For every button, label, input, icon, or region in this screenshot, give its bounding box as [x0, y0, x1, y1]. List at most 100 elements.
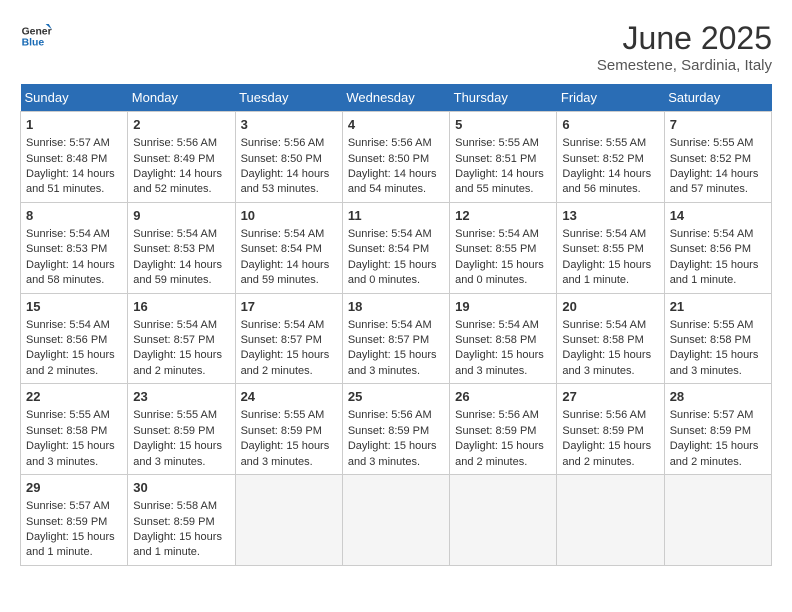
day-number: 4 — [348, 116, 444, 134]
weekday-header: Wednesday — [342, 84, 449, 112]
calendar-cell: 29Sunrise: 5:57 AMSunset: 8:59 PMDayligh… — [21, 475, 128, 566]
weekday-header: Thursday — [450, 84, 557, 112]
daylight: Daylight: 14 hours and 56 minutes. — [562, 168, 651, 195]
calendar-cell: 6Sunrise: 5:55 AMSunset: 8:52 PMDaylight… — [557, 112, 664, 203]
sunrise: Sunrise: 5:55 AM — [26, 409, 110, 421]
day-number: 3 — [241, 116, 337, 134]
sunset: Sunset: 8:58 PM — [562, 334, 643, 346]
sunset: Sunset: 8:57 PM — [241, 334, 322, 346]
sunrise: Sunrise: 5:56 AM — [241, 137, 325, 149]
calendar-cell: 12Sunrise: 5:54 AMSunset: 8:55 PMDayligh… — [450, 202, 557, 293]
daylight: Daylight: 15 hours and 3 minutes. — [348, 440, 437, 467]
daylight: Daylight: 15 hours and 0 minutes. — [455, 259, 544, 286]
sunset: Sunset: 8:51 PM — [455, 153, 536, 165]
day-number: 13 — [562, 207, 658, 225]
daylight: Daylight: 14 hours and 58 minutes. — [26, 259, 115, 286]
calendar-table: SundayMondayTuesdayWednesdayThursdayFrid… — [20, 84, 772, 566]
calendar-cell — [664, 475, 771, 566]
sunrise: Sunrise: 5:55 AM — [133, 409, 217, 421]
sunset: Sunset: 8:53 PM — [26, 243, 107, 255]
month-title: June 2025 — [597, 20, 772, 57]
daylight: Daylight: 15 hours and 1 minute. — [133, 531, 222, 558]
sunrise: Sunrise: 5:54 AM — [562, 319, 646, 331]
day-number: 14 — [670, 207, 766, 225]
calendar-cell: 30Sunrise: 5:58 AMSunset: 8:59 PMDayligh… — [128, 475, 235, 566]
sunset: Sunset: 8:58 PM — [455, 334, 536, 346]
day-number: 20 — [562, 298, 658, 316]
calendar-cell: 23Sunrise: 5:55 AMSunset: 8:59 PMDayligh… — [128, 384, 235, 475]
calendar-cell: 8Sunrise: 5:54 AMSunset: 8:53 PMDaylight… — [21, 202, 128, 293]
calendar-week-row: 1 Sunrise: 5:57 AM Sunset: 8:48 PM Daylight… — [21, 112, 772, 203]
day-number: 9 — [133, 207, 229, 225]
daylight: Daylight: 14 hours and 52 minutes. — [133, 168, 222, 195]
sunrise: Sunrise: 5:55 AM — [562, 137, 646, 149]
sunrise: Sunrise: 5:54 AM — [562, 228, 646, 240]
sunrise: Sunrise: 5:54 AM — [348, 228, 432, 240]
day-number: 1 — [26, 116, 122, 134]
calendar-cell: 13Sunrise: 5:54 AMSunset: 8:55 PMDayligh… — [557, 202, 664, 293]
daylight: Daylight: 15 hours and 1 minute. — [26, 531, 115, 558]
daylight: Daylight: 15 hours and 3 minutes. — [348, 349, 437, 376]
sunset: Sunset: 8:50 PM — [241, 153, 322, 165]
sunset: Sunset: 8:59 PM — [26, 516, 107, 528]
daylight: Daylight: 15 hours and 3 minutes. — [241, 440, 330, 467]
calendar-cell — [235, 475, 342, 566]
daylight: Daylight: 15 hours and 1 minute. — [670, 259, 759, 286]
daylight: Daylight: 15 hours and 2 minutes. — [133, 349, 222, 376]
day-number: 8 — [26, 207, 122, 225]
weekday-header: Sunday — [21, 84, 128, 112]
day-number: 24 — [241, 388, 337, 406]
sunset: Sunset: 8:53 PM — [133, 243, 214, 255]
calendar-cell: 9Sunrise: 5:54 AMSunset: 8:53 PMDaylight… — [128, 202, 235, 293]
svg-text:General: General — [22, 26, 52, 37]
day-number: 23 — [133, 388, 229, 406]
calendar-cell: 11Sunrise: 5:54 AMSunset: 8:54 PMDayligh… — [342, 202, 449, 293]
weekday-header: Saturday — [664, 84, 771, 112]
day-number: 21 — [670, 298, 766, 316]
day-number: 26 — [455, 388, 551, 406]
day-number: 30 — [133, 479, 229, 497]
sunset: Sunset: 8:59 PM — [455, 425, 536, 437]
day-number: 2 — [133, 116, 229, 134]
day-number: 16 — [133, 298, 229, 316]
sunrise: Sunrise: 5:56 AM — [562, 409, 646, 421]
calendar-week-row: 22Sunrise: 5:55 AMSunset: 8:58 PMDayligh… — [21, 384, 772, 475]
sunrise: Sunrise: 5:55 AM — [455, 137, 539, 149]
sunset: Sunset: 8:56 PM — [670, 243, 751, 255]
location: Semestene, Sardinia, Italy — [597, 57, 772, 74]
sunrise: Sunrise: 5:56 AM — [348, 137, 432, 149]
sunrise: Sunrise: 5:55 AM — [670, 319, 754, 331]
calendar-cell — [342, 475, 449, 566]
sunset: Sunset: 8:52 PM — [670, 153, 751, 165]
day-number: 27 — [562, 388, 658, 406]
calendar-cell: 27Sunrise: 5:56 AMSunset: 8:59 PMDayligh… — [557, 384, 664, 475]
daylight: Daylight: 15 hours and 3 minutes. — [562, 349, 651, 376]
sunrise: Sunrise: 5:57 AM — [26, 137, 110, 149]
day-number: 15 — [26, 298, 122, 316]
daylight: Daylight: 15 hours and 2 minutes. — [241, 349, 330, 376]
sunrise: Sunrise: 5:56 AM — [133, 137, 217, 149]
sunrise: Sunrise: 5:54 AM — [241, 319, 325, 331]
sunset: Sunset: 8:59 PM — [562, 425, 643, 437]
calendar-cell: 21 Sunrise: 5:55 AM Sunset: 8:58 PM Dayligh… — [664, 293, 771, 384]
calendar-cell: 25Sunrise: 5:56 AMSunset: 8:59 PMDayligh… — [342, 384, 449, 475]
sunrise: Sunrise: 5:57 AM — [670, 409, 754, 421]
logo: General Blue — [20, 20, 52, 52]
daylight: Daylight: 15 hours and 2 minutes. — [455, 440, 544, 467]
day-number: 7 — [670, 116, 766, 134]
calendar-cell — [450, 475, 557, 566]
sunrise: Sunrise: 5:56 AM — [455, 409, 539, 421]
calendar-cell: 14Sunrise: 5:54 AMSunset: 8:56 PMDayligh… — [664, 202, 771, 293]
calendar-cell: 10Sunrise: 5:54 AMSunset: 8:54 PMDayligh… — [235, 202, 342, 293]
daylight: Daylight: 14 hours and 55 minutes. — [455, 168, 544, 195]
day-number: 28 — [670, 388, 766, 406]
daylight: Daylight: 15 hours and 3 minutes. — [670, 349, 759, 376]
daylight: Daylight: 14 hours and 57 minutes. — [670, 168, 759, 195]
sunset: Sunset: 8:59 PM — [348, 425, 429, 437]
sunset: Sunset: 8:48 PM — [26, 153, 107, 165]
day-number: 5 — [455, 116, 551, 134]
sunset: Sunset: 8:59 PM — [133, 425, 214, 437]
sunrise: Sunrise: 5:55 AM — [670, 137, 754, 149]
sunset: Sunset: 8:58 PM — [670, 334, 751, 346]
sunrise: Sunrise: 5:54 AM — [455, 228, 539, 240]
